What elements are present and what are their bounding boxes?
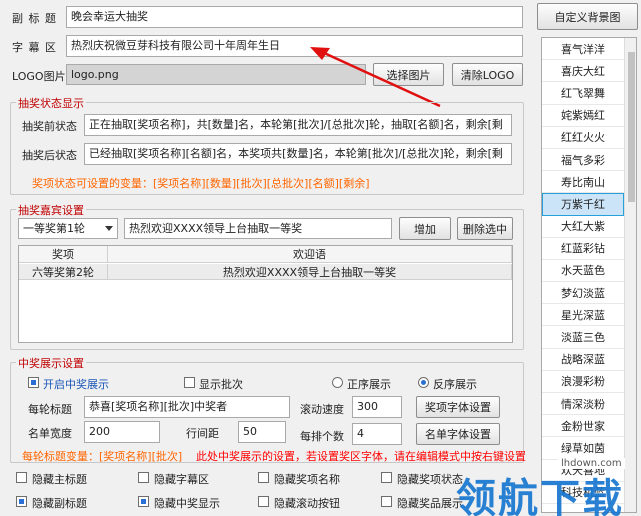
name-font-button[interactable]: 名单字体设置 [416,423,500,445]
per-row-input[interactable]: 4 [352,423,402,445]
theme-list-item[interactable]: 寿比南山 [542,171,624,194]
theme-list-item[interactable]: 水天蓝色 [542,260,624,283]
before-status-label: 抽奖前状态 [22,120,77,133]
scrollbar-thumb[interactable] [628,52,635,202]
logo-label: LOGO图片 [12,70,66,83]
row-spacing-label: 行间距 [186,427,219,440]
hide-scroll-button-checkbox[interactable] [258,496,269,507]
theme-list-item[interactable]: 梦幻淡蓝 [542,282,624,305]
theme-list-item[interactable]: 金粉世家 [542,415,624,438]
hide-prize-status-checkbox[interactable] [381,472,392,483]
row-welcome-cell: 热烈欢迎XXXX领导上台抽取一等奖 [108,264,512,280]
delete-selected-button[interactable]: 删除选中 [457,217,513,240]
hide-winner-display-checkbox[interactable] [138,496,149,507]
round-title-input[interactable]: 恭喜[奖项名称][批次]中奖者 [84,396,290,418]
hide-caption-label: 隐藏字幕区 [154,473,209,486]
enable-display-checkbox[interactable] [28,377,39,388]
theme-list-item[interactable]: 姹紫嫣红 [542,105,624,127]
hide-prize-display-label: 隐藏奖品展示 [397,497,463,510]
theme-list-item[interactable]: 大红大紫 [542,216,624,238]
theme-list-item[interactable]: 万紫千红 [542,193,624,216]
round-dropdown[interactable]: 一等奖第1轮 [18,218,118,239]
welcome-input[interactable]: 热烈欢迎XXXX领导上台抽取一等奖 [124,218,392,239]
forward-radio[interactable] [332,377,343,388]
round-title-label: 每轮标题 [28,403,72,416]
table-row[interactable]: 六等奖第2轮 热烈欢迎XXXX领导上台抽取一等奖 [19,264,512,280]
theme-list[interactable]: 喜气洋洋 喜庆大红 红飞翠舞 姹紫嫣红 红红火火 福气多彩 寿比南山 万紫千红 大红大紫 红蓝彩钻… [541,37,637,513]
display-group-title: 中奖展示设置 [16,355,86,371]
guest-group-title: 抽奖嘉宾设置 [16,202,86,218]
theme-list-item[interactable]: 喜庆大红 [542,60,624,83]
chevron-down-icon [105,226,113,231]
hide-main-title-checkbox[interactable] [16,472,27,483]
hide-prize-name-label: 隐藏奖项名称 [274,473,340,486]
caption-label: 字 幕 区 [12,41,57,54]
after-status-input[interactable]: 已经抽取[奖项名称][名额]名，本奖项共[数量]名，本轮第[批次]/[总批次]轮… [84,143,512,165]
after-status-label: 抽奖后状态 [22,149,77,162]
theme-list-item[interactable]: 红飞翠舞 [542,82,624,105]
hide-subtitle-checkbox[interactable] [16,496,27,507]
theme-list-item[interactable]: 星光深蓝 [542,304,624,327]
round-title-variables-hint: 每轮标题变量：[奖项名称][批次] [22,450,183,463]
theme-list-scrollbar[interactable] [624,38,636,512]
watermark-text: 领航下载 [456,476,624,516]
theme-list-item[interactable]: 喜气洋洋 [542,38,624,61]
theme-list-item[interactable]: 战略深蓝 [542,349,624,371]
hide-prize-display-checkbox[interactable] [381,496,392,507]
status-variables-hint: 奖项状态可设置的变量：[奖项名称][数量][批次][总批次][名额][剩余] [32,177,370,190]
hide-prize-name-checkbox[interactable] [258,472,269,483]
hide-caption-checkbox[interactable] [138,472,149,483]
enable-display-label: 开启中奖展示 [43,378,109,391]
hide-winner-display-label: 隐藏中奖显示 [154,497,220,510]
hide-prize-status-label: 隐藏奖项状态 [397,473,463,486]
hide-main-title-label: 隐藏主标题 [32,473,87,486]
per-row-label: 每排个数 [300,430,344,443]
row-spacing-input[interactable]: 50 [238,421,286,443]
theme-list-item[interactable]: 浪漫彩粉 [542,371,624,393]
scroll-speed-label: 滚动速度 [300,403,344,416]
before-status-input[interactable]: 正在抽取[奖项名称]，共[数量]名，本轮第[批次]/[总批次]轮，抽取[名额]名… [84,114,512,136]
clear-logo-button[interactable]: 清除LOGO [452,63,523,86]
caption-input[interactable]: 热烈庆祝微豆芽科技有限公司十年周年生日 [66,35,523,57]
col-prize-header[interactable]: 奖项 [19,246,108,263]
subtitle-label: 副 标 题 [12,12,57,25]
theme-list-item[interactable]: 情深淡粉 [542,393,624,416]
reverse-label: 反序展示 [433,378,477,391]
theme-list-item[interactable]: 淡蓝三色 [542,326,624,349]
theme-list-item[interactable]: 绿草如茵 [542,437,624,460]
show-batch-label: 显示批次 [199,378,243,391]
hide-subtitle-label: 隐藏副标题 [32,497,87,510]
row-prize-cell: 六等奖第2轮 [19,264,108,280]
list-width-label: 名单宽度 [28,427,72,440]
theme-list-item[interactable]: 福气多彩 [542,149,624,172]
add-button[interactable]: 增加 [399,217,451,240]
col-welcome-header[interactable]: 欢迎语 [108,246,512,263]
reverse-radio[interactable] [418,377,429,388]
scroll-speed-input[interactable]: 300 [352,396,402,418]
list-width-input[interactable]: 200 [84,421,160,443]
theme-list-item[interactable]: 红红火火 [542,127,624,149]
forward-label: 正序展示 [347,378,391,391]
display-settings-warning: 此处中奖展示的设置，若设置奖区字体，请在编辑模式中按右键设置 [196,450,526,463]
prize-font-button[interactable]: 奖项字体设置 [416,396,500,418]
custom-background-button[interactable]: 自定义背景图 [537,3,638,30]
status-group-title: 抽奖状态显示 [16,95,86,111]
guest-table[interactable]: 奖项 欢迎语 六等奖第2轮 热烈欢迎XXXX领导上台抽取一等奖 [18,245,513,343]
subtitle-input[interactable]: 晚会幸运大抽奖 [66,6,523,28]
theme-list-item[interactable]: 红蓝彩钻 [542,238,624,260]
hide-scroll-button-label: 隐藏滚动按钮 [274,497,340,510]
round-dropdown-value: 一等奖第1轮 [23,222,85,235]
show-batch-checkbox[interactable] [184,377,195,388]
